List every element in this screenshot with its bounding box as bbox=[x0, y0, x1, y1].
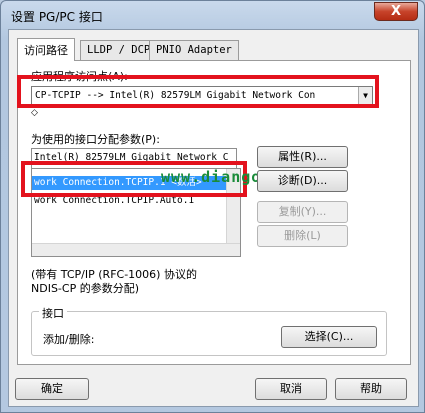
dialog-window: 设置 PG/PC 接口 X 访问路径 LLDP / DCP PNIO Adapt… bbox=[0, 0, 425, 413]
tab-lldp-dcp[interactable]: LLDP / DCP bbox=[80, 40, 158, 60]
window-title: 设置 PG/PC 接口 bbox=[11, 10, 103, 24]
tab-access-path[interactable]: 访问路径 bbox=[17, 38, 75, 61]
description-line-2: NDIS-CP 的参数分配) bbox=[31, 282, 139, 295]
copy-button[interactable]: 复制(Y)... bbox=[257, 201, 348, 223]
highlight-box-access-point bbox=[17, 75, 379, 108]
title-bar[interactable]: 设置 PG/PC 接口 X bbox=[1, 1, 424, 29]
diagnostics-button[interactable]: 诊断(D)... bbox=[257, 170, 348, 192]
interface-group-title: 接口 bbox=[39, 305, 67, 321]
help-button[interactable]: 帮助 bbox=[335, 378, 407, 400]
select-button[interactable]: 选择(C)... bbox=[281, 326, 377, 348]
ok-button[interactable]: 确定 bbox=[15, 378, 89, 400]
close-button[interactable]: X bbox=[374, 2, 418, 21]
add-remove-label: 添加/删除: bbox=[43, 333, 95, 346]
horizontal-scrollbar[interactable] bbox=[32, 243, 240, 256]
properties-button[interactable]: 属性(R)... bbox=[257, 146, 348, 168]
cancel-button[interactable]: 取消 bbox=[255, 378, 327, 400]
interface-params-label: 为使用的接口分配参数(P): bbox=[31, 133, 160, 146]
tab-pnio-adapter[interactable]: PNIO Adapter bbox=[149, 40, 239, 60]
diamond-marker-icon: ◇ bbox=[31, 108, 38, 118]
delete-button[interactable]: 删除(L) bbox=[257, 225, 348, 247]
